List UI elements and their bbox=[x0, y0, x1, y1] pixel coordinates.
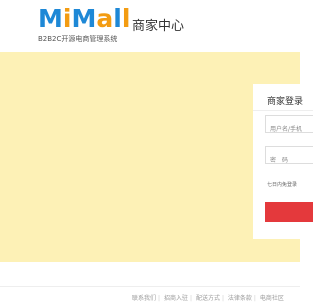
login-title: 商家登录 bbox=[267, 97, 304, 107]
footer-links: 联系我们 | 招商入驻 | 配送方式 | 法律条款 | 电商社区 bbox=[132, 293, 286, 302]
password-field-wrapper bbox=[265, 146, 313, 164]
footer-separator: | bbox=[158, 295, 161, 302]
footer-separator: | bbox=[253, 295, 256, 302]
footer-link-community[interactable]: 电商社区 bbox=[260, 295, 284, 302]
page-title: 商家中心 bbox=[132, 19, 185, 34]
footer-separator: | bbox=[189, 295, 193, 302]
password-input[interactable] bbox=[266, 152, 313, 163]
footer-link-legal[interactable]: 法律条款 bbox=[228, 295, 252, 302]
footer-link-join[interactable]: 招商入驻 bbox=[164, 295, 188, 302]
login-divider bbox=[253, 110, 313, 111]
footer-link-contact[interactable]: 联系我们 bbox=[132, 295, 156, 302]
site-header: MiMall B2B2C开源电商管理系统 商家中心 bbox=[0, 0, 300, 52]
footer-separator: | bbox=[221, 295, 224, 302]
remember-login-link[interactable]: 七日内免登录 bbox=[267, 181, 297, 188]
footer-link-delivery[interactable]: 配送方式 bbox=[196, 295, 220, 302]
login-button[interactable] bbox=[265, 202, 313, 222]
logo[interactable]: MiMall bbox=[38, 3, 130, 35]
username-input[interactable] bbox=[266, 121, 313, 132]
logo-subtitle: B2B2C开源电商管理系统 bbox=[38, 35, 118, 43]
login-panel: 商家登录 七日内免登录 bbox=[253, 84, 313, 239]
username-field-wrapper bbox=[265, 115, 313, 133]
footer-divider bbox=[0, 286, 300, 287]
